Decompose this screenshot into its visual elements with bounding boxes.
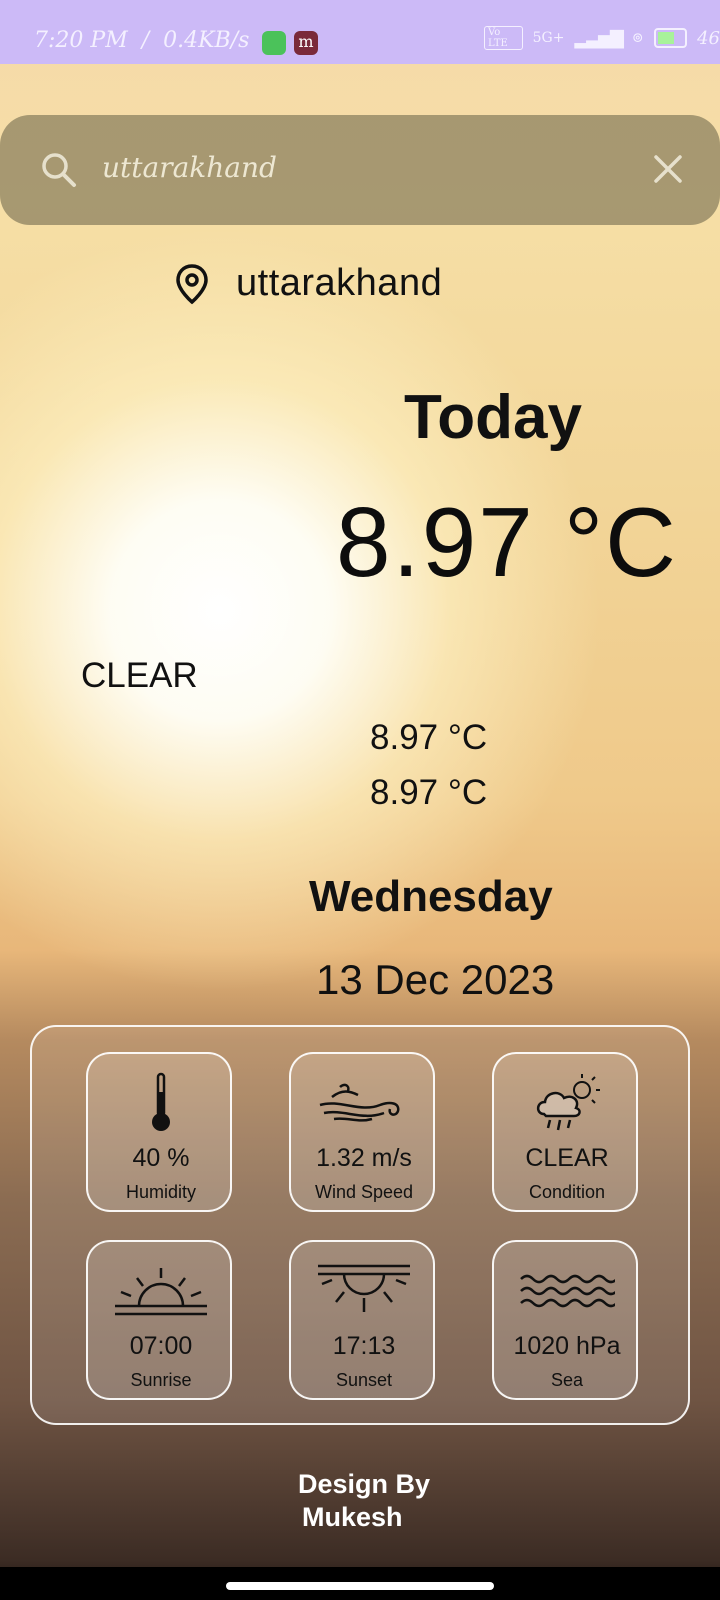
battery-level: 46 xyxy=(697,27,720,49)
wind-label: Wind Speed xyxy=(314,1182,414,1202)
sunrise-card: 07:00 Sunrise xyxy=(86,1240,232,1400)
sunrise-value: 07:00 xyxy=(129,1332,193,1360)
sunrise-icon xyxy=(115,1268,207,1316)
status-time-speed: 7:20 PM / 0.4KB/s xyxy=(34,28,250,53)
today-label: Today xyxy=(404,383,582,452)
humidity-card: 40 % Humidity xyxy=(86,1052,232,1212)
network-label: 5G+ xyxy=(532,30,565,46)
location-row: uttarakhand xyxy=(174,262,442,305)
weekday: Wednesday xyxy=(309,872,553,921)
wind-card: 1.32 m/s Wind Speed xyxy=(289,1052,435,1212)
home-indicator[interactable] xyxy=(226,1582,494,1590)
credit-line-1: Design By xyxy=(298,1469,431,1499)
humidity-label: Humidity xyxy=(125,1182,196,1202)
cloud-sun-rain-icon xyxy=(536,1074,600,1131)
max-temperature: 8.97 °C xyxy=(370,773,488,812)
sea-pressure-value: 1020 hPa xyxy=(513,1332,621,1360)
credit: Design By Mukesh xyxy=(298,1468,430,1534)
condition-value: CLEAR xyxy=(525,1144,609,1172)
min-temperature: 8.97 °C xyxy=(370,718,488,757)
app-notification-icon xyxy=(262,31,286,55)
sunrise-label: Sunrise xyxy=(130,1370,192,1390)
sunset-card: 17:13 Sunset xyxy=(289,1240,435,1400)
battery-icon xyxy=(653,28,688,48)
sunset-label: Sunset xyxy=(335,1370,393,1390)
details-panel: 40 % Humidity 1.32 m/s Wind Speed CLEAR … xyxy=(30,1025,690,1425)
location-pin-icon xyxy=(176,263,208,304)
current-temperature: 8.97 °C xyxy=(336,487,678,597)
status-right: Vo LTE 5G+ ▂▃▅▇ ⊚ 46 xyxy=(484,26,720,50)
sea-pressure-card: 1020 hPa Sea xyxy=(492,1240,638,1400)
status-time: 7:20 PM xyxy=(34,28,128,53)
sea-pressure-label: Sea xyxy=(550,1370,584,1390)
date: 13 Dec 2023 xyxy=(316,956,555,1003)
search-icon[interactable] xyxy=(40,151,78,189)
wind-value: 1.32 m/s xyxy=(316,1144,412,1172)
location-name: uttarakhand xyxy=(236,262,443,304)
sync-icon: ⊚ xyxy=(631,30,644,46)
status-bar: 7:20 PM / 0.4KB/s m Vo LTE 5G+ ▂▃▅▇ ⊚ 46 xyxy=(0,0,720,64)
volte-icon: Vo LTE xyxy=(484,26,523,50)
wind-icon xyxy=(319,1083,400,1122)
humidity-value: 40 % xyxy=(132,1144,190,1172)
waves-icon xyxy=(520,1274,615,1308)
app-notification-icon-m: m xyxy=(294,31,318,55)
search-bar[interactable]: uttarakhand xyxy=(0,115,720,225)
weather-condition: CLEAR xyxy=(81,656,198,695)
thermometer-icon xyxy=(152,1072,170,1131)
search-input[interactable]: uttarakhand xyxy=(102,151,277,184)
condition-card: CLEAR Condition xyxy=(492,1052,638,1212)
sunset-icon xyxy=(318,1264,410,1312)
close-icon[interactable] xyxy=(650,151,686,187)
signal-icon: ▂▃▅▇ xyxy=(574,27,623,49)
condition-label: Condition xyxy=(528,1182,606,1202)
credit-line-2: Mukesh xyxy=(302,1502,403,1532)
status-speed: 0.4KB/s xyxy=(163,28,250,53)
sunset-value: 17:13 xyxy=(332,1332,396,1360)
